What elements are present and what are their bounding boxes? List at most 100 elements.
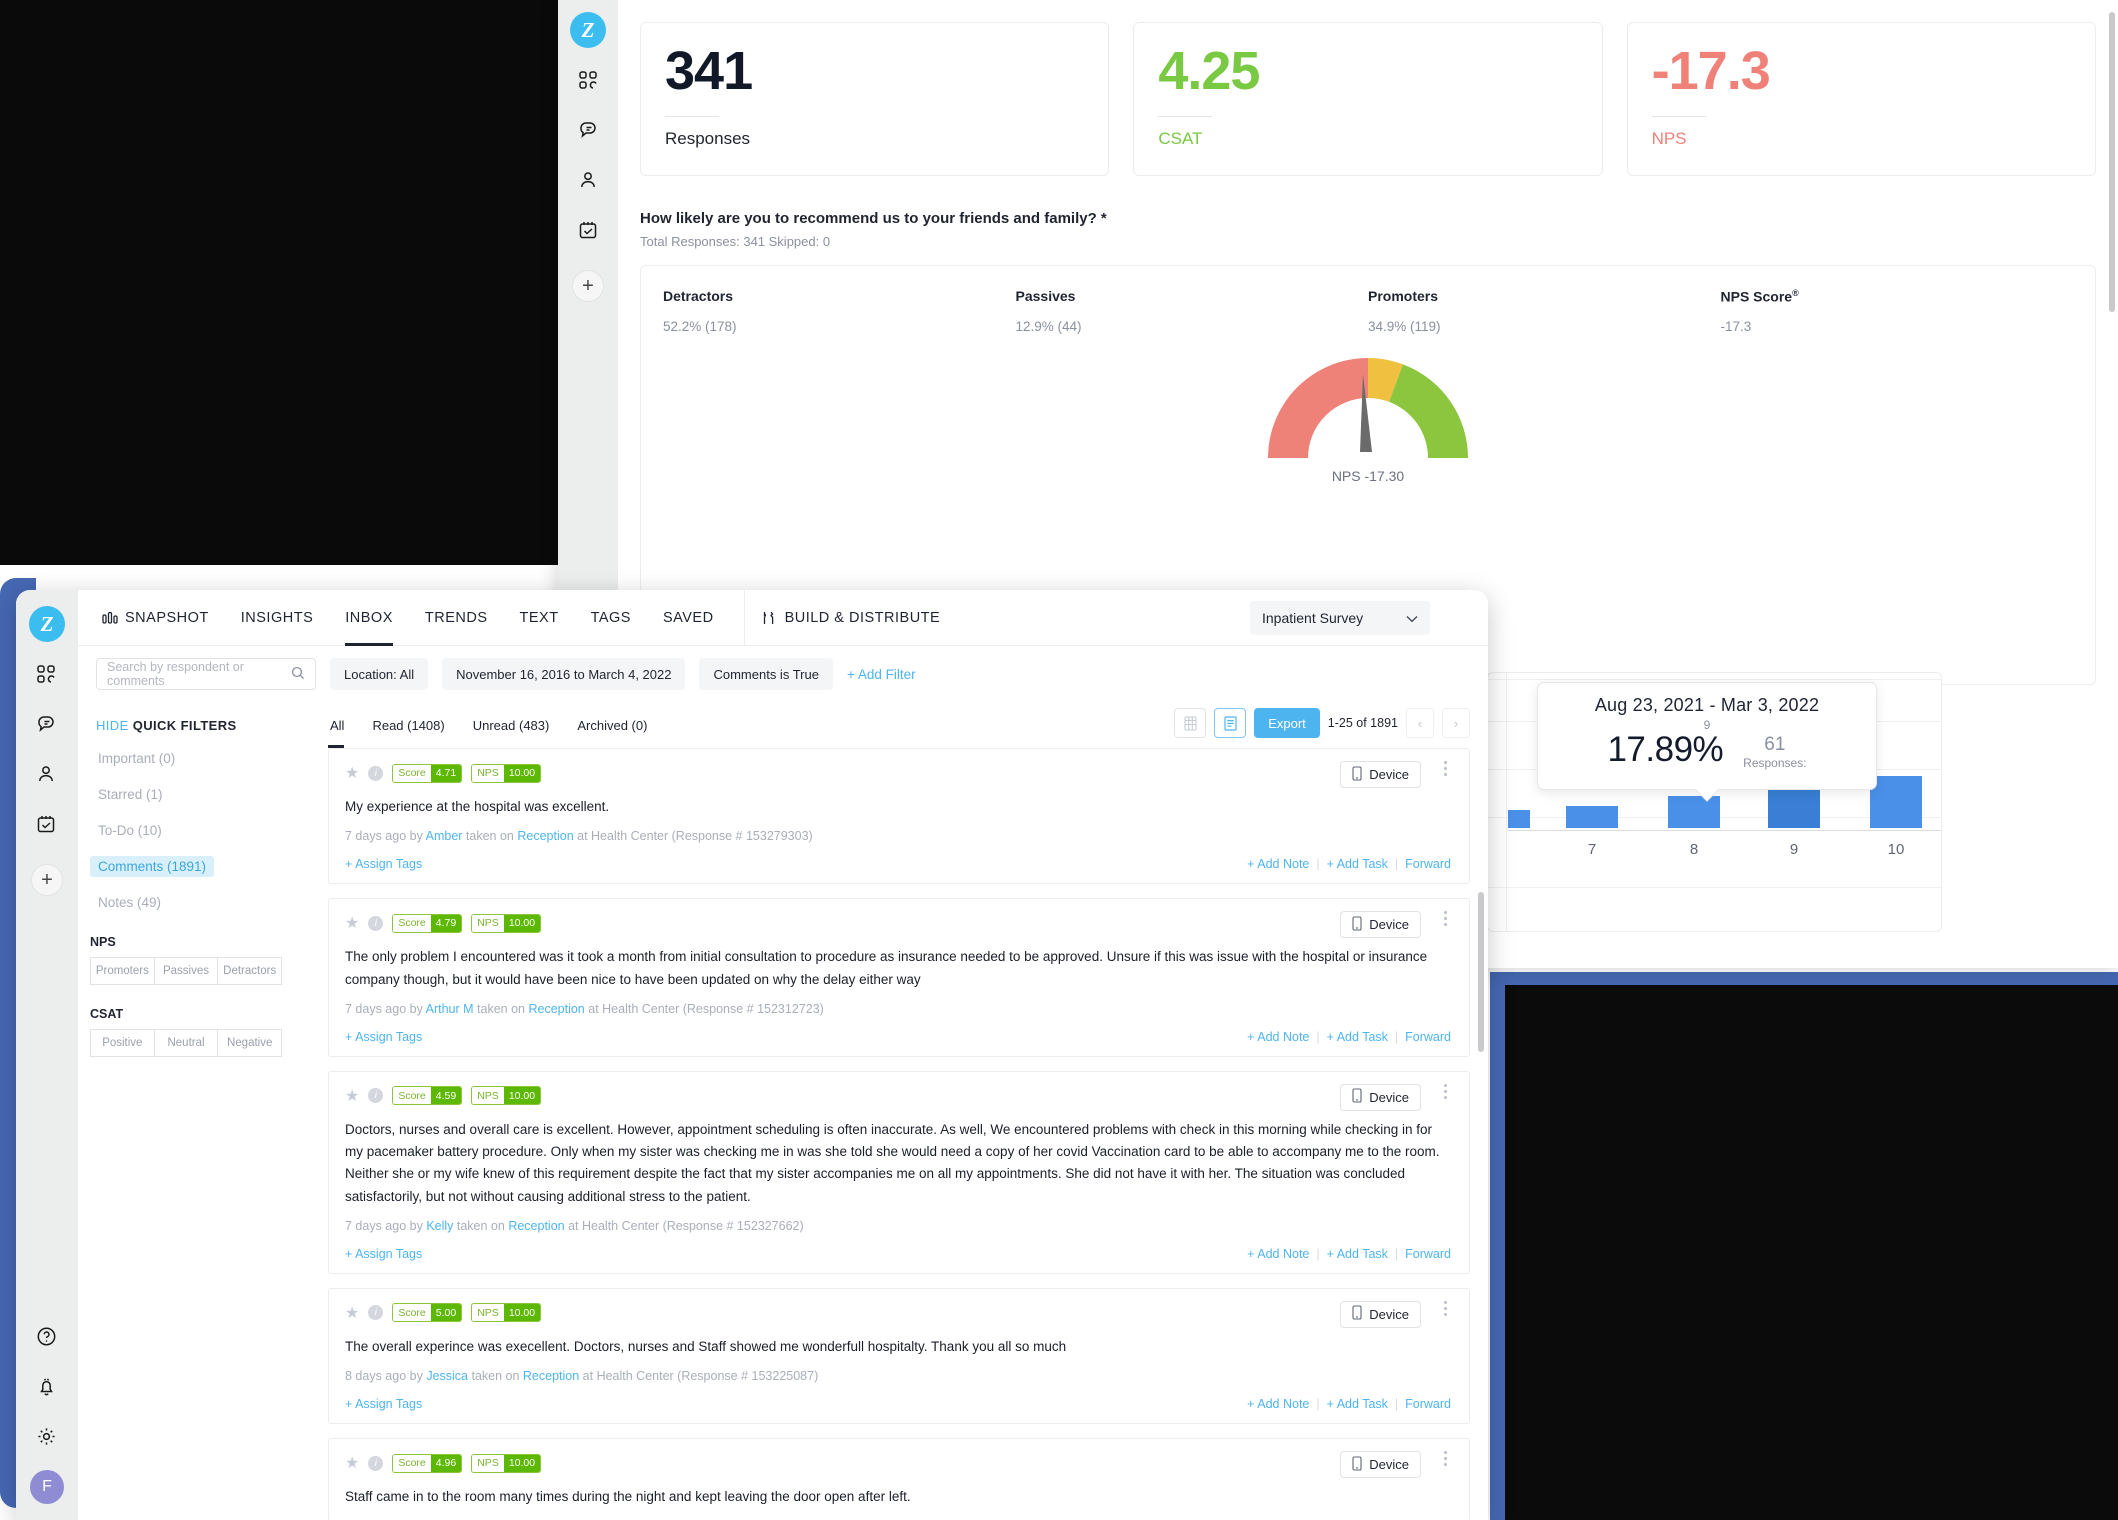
card-meta-user[interactable]: Jessica [426,1369,468,1383]
list-view-icon[interactable] [1214,708,1247,738]
tab-build-distribute[interactable]: BUILD & DISTRIBUTE [745,590,957,646]
card-menu-button[interactable] [1444,1451,1447,1467]
card-meta-user[interactable]: Kelly [426,1219,453,1233]
card-menu-button[interactable] [1444,1083,1447,1099]
list-tab-all[interactable]: All [327,702,345,748]
filter-location[interactable]: Location: All [330,658,429,690]
forward-button[interactable]: Forward [1405,1397,1451,1411]
tab-saved[interactable]: SAVED [647,590,730,646]
add-task-button[interactable]: + Add Task [1327,1397,1388,1411]
assign-tags-button[interactable]: + Assign Tags [345,1030,422,1044]
chat-icon[interactable] [558,112,618,148]
list-tab-unread[interactable]: Unread (483) [473,702,550,748]
nps-filter-passives[interactable]: Passives [153,957,218,985]
bell-icon[interactable] [16,1368,76,1404]
response-card[interactable]: ★ i Score 4.59 NPS 10.00 Device Doctors,… [328,1070,1470,1274]
histogram-bar[interactable] [1870,776,1922,828]
search-input[interactable]: Search by respondent or comments [96,658,316,690]
histogram-bar[interactable] [1508,810,1530,828]
calendar-check-icon[interactable] [558,212,618,248]
next-page-button[interactable]: › [1442,708,1470,738]
response-card[interactable]: ★ i Score 5.00 NPS 10.00 Device The over… [328,1287,1470,1425]
csat-filter-negative[interactable]: Negative [217,1029,283,1057]
star-icon[interactable]: ★ [345,1303,359,1323]
histogram-bar[interactable] [1668,796,1720,828]
histogram-bar[interactable] [1566,806,1618,828]
filter-comments[interactable]: Comments is True [699,658,833,690]
survey-selector[interactable]: Inpatient Survey [1250,601,1430,635]
quick-filter-notes[interactable]: Notes (49) [90,892,169,913]
card-meta-channel[interactable]: Reception [508,1219,564,1233]
star-icon[interactable]: ★ [345,763,359,783]
device-button[interactable]: Device [1340,911,1421,939]
tab-snapshot[interactable]: SNAPSHOT [96,590,225,646]
add-note-button[interactable]: + Add Note [1247,1030,1309,1044]
grid-icon[interactable] [16,656,76,692]
info-icon[interactable]: i [368,1088,384,1104]
add-task-button[interactable]: + Add Task [1327,857,1388,871]
contacts-icon[interactable] [16,756,76,792]
nps-filter-detractors[interactable]: Detractors [217,957,283,985]
csat-filter-neutral[interactable]: Neutral [153,1029,218,1057]
gear-icon[interactable] [16,1418,76,1454]
tab-inbox[interactable]: INBOX [329,590,409,646]
contacts-icon[interactable] [558,162,618,198]
device-button[interactable]: Device [1340,1083,1421,1111]
list-tab-read[interactable]: Read (1408) [372,702,444,748]
add-task-button[interactable]: + Add Task [1327,1030,1388,1044]
grid-icon[interactable] [558,62,618,98]
quick-filter-todo[interactable]: To-Do (10) [90,820,170,841]
tab-insights[interactable]: INSIGHTS [225,590,329,646]
device-button[interactable]: Device [1340,761,1421,788]
add-note-button[interactable]: + Add Note [1247,1247,1309,1261]
quick-filter-important[interactable]: Important (0) [90,748,183,769]
tab-trends[interactable]: TRENDS [409,590,504,646]
assign-tags-button[interactable]: + Assign Tags [345,1397,422,1411]
card-meta-channel[interactable]: Reception [517,829,573,843]
csat-filter-positive[interactable]: Positive [90,1029,154,1057]
tab-tags[interactable]: TAGS [575,590,647,646]
quick-filter-starred[interactable]: Starred (1) [90,784,171,805]
forward-button[interactable]: Forward [1405,1030,1451,1044]
response-list-scrollbar[interactable] [1478,892,1484,1052]
add-note-button[interactable]: + Add Note [1247,1397,1309,1411]
star-icon[interactable]: ★ [345,1453,359,1473]
add-button[interactable]: + [31,864,63,896]
export-button[interactable]: Export [1254,708,1320,738]
star-icon[interactable]: ★ [345,1086,359,1106]
response-card[interactable]: ★ i Score 4.96 NPS 10.00 Device Staff ca… [328,1438,1470,1520]
list-tab-archived[interactable]: Archived (0) [577,702,647,748]
filter-date-range[interactable]: November 16, 2016 to March 4, 2022 [442,658,686,690]
info-icon[interactable]: i [368,1455,384,1471]
quick-filter-comments[interactable]: Comments (1891) [90,856,215,877]
card-meta-channel[interactable]: Reception [523,1369,579,1383]
add-filter-button[interactable]: + Add Filter [847,667,916,682]
card-meta-user[interactable]: Arthur M [426,1002,474,1016]
app-logo[interactable]: Z [29,606,65,642]
tab-text[interactable]: TEXT [504,590,575,646]
snapshot-scrollbar[interactable] [2109,12,2115,312]
add-note-button[interactable]: + Add Note [1247,857,1309,871]
card-menu-button[interactable] [1444,911,1447,927]
card-meta-channel[interactable]: Reception [528,1002,584,1016]
response-card[interactable]: ★ i Score 4.79 NPS 10.00 Device The only… [328,898,1470,1057]
response-card[interactable]: ★ i Score 4.71 NPS 10.00 Device My exper… [328,748,1470,885]
info-icon[interactable]: i [368,1305,384,1321]
forward-button[interactable]: Forward [1405,857,1451,871]
card-meta-user[interactable]: Amber [426,829,463,843]
device-button[interactable]: Device [1340,1300,1421,1328]
avatar[interactable]: F [30,1470,64,1504]
info-icon[interactable]: i [368,765,384,781]
prev-page-button[interactable]: ‹ [1406,708,1434,738]
grid-view-icon[interactable] [1174,708,1207,738]
calendar-check-icon[interactable] [16,806,76,842]
assign-tags-button[interactable]: + Assign Tags [345,1247,422,1261]
card-menu-button[interactable] [1444,1300,1447,1316]
device-button[interactable]: Device [1340,1451,1421,1479]
add-task-button[interactable]: + Add Task [1327,1247,1388,1261]
chat-icon[interactable] [16,706,76,742]
assign-tags-button[interactable]: + Assign Tags [345,857,422,871]
help-icon[interactable] [16,1318,76,1354]
info-icon[interactable]: i [368,915,384,931]
card-menu-button[interactable] [1444,761,1447,776]
